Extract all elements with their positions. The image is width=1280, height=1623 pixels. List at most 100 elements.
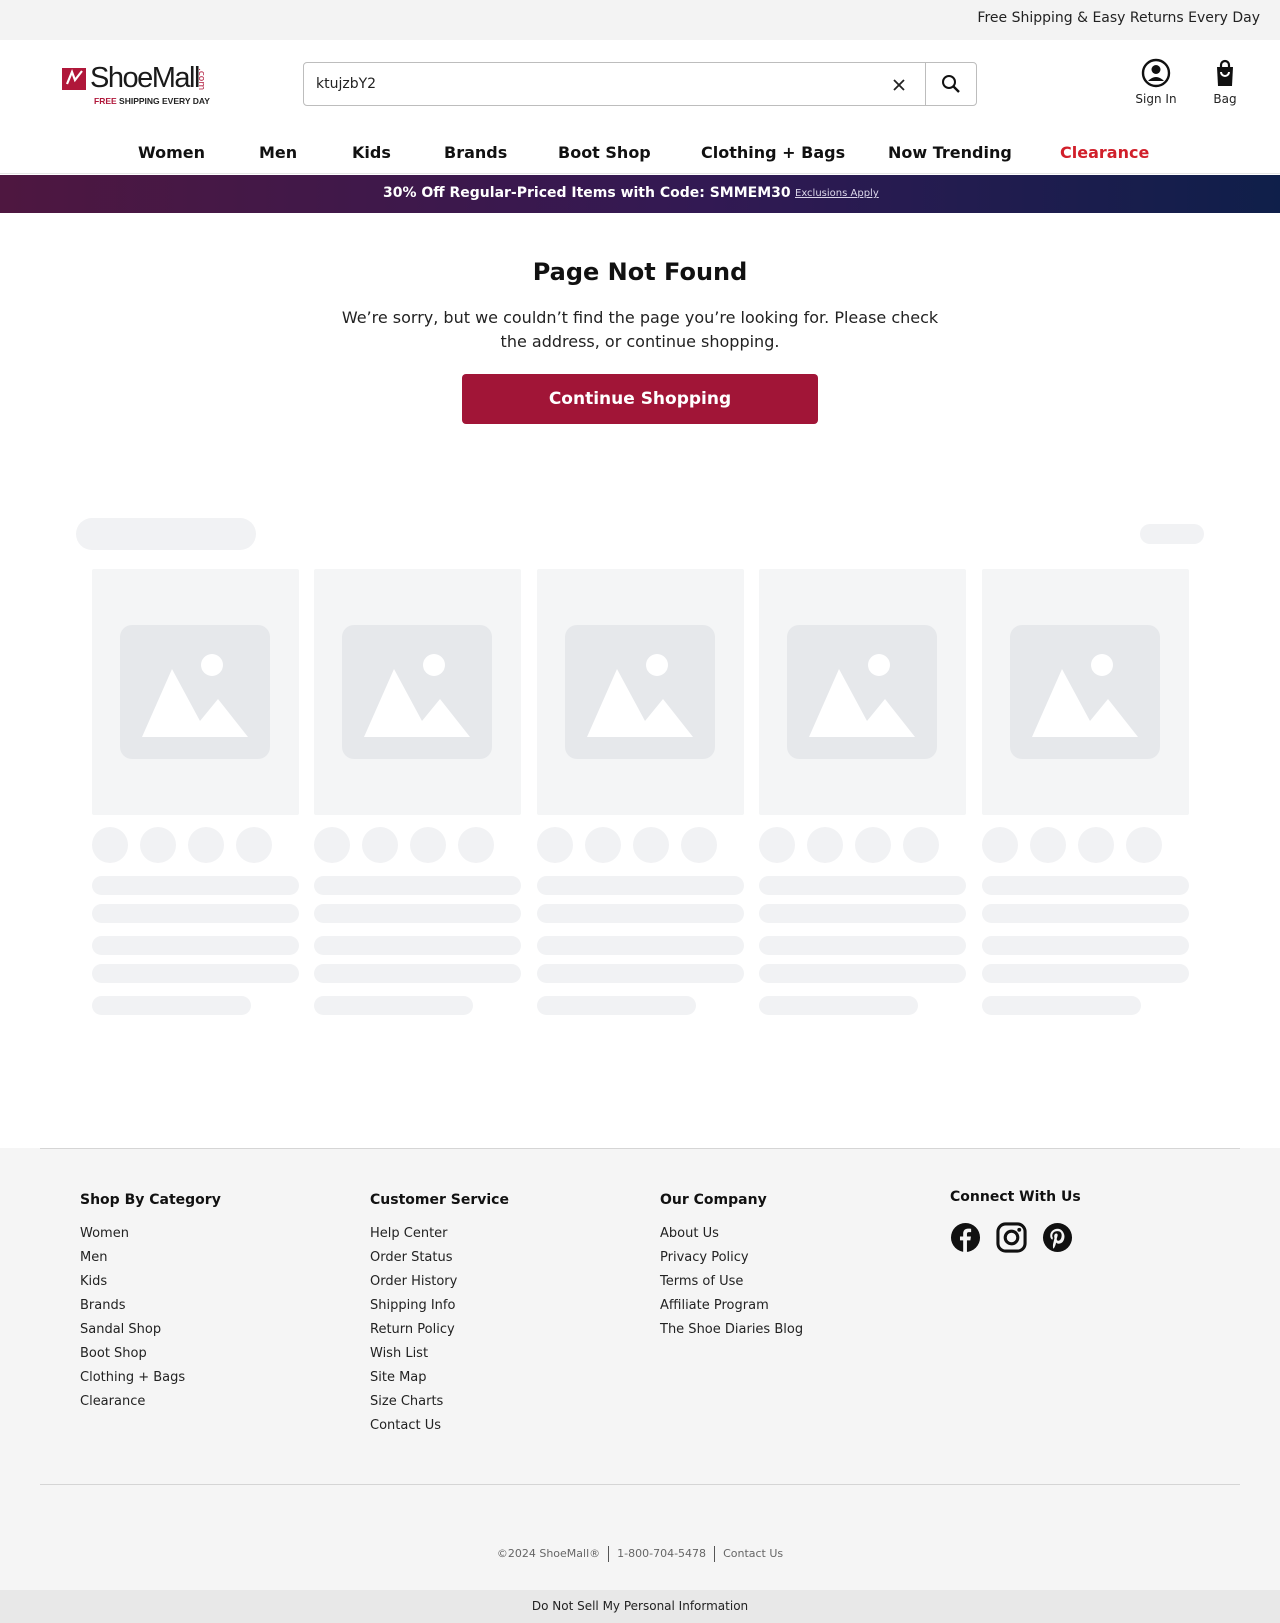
footer-col-our-company: Our Company About Us Privacy Policy Term… <box>660 1192 803 1346</box>
skeleton-text-line <box>92 904 299 923</box>
footer-link[interactable]: Men <box>80 1250 221 1274</box>
footer-divider-bottom <box>40 1484 1240 1485</box>
footer-link[interactable]: Wish List <box>370 1346 509 1370</box>
skeleton-text-line <box>759 964 966 983</box>
skeleton-swatch <box>807 827 843 863</box>
logo-tag-rest: SHIPPING EVERY DAY <box>116 96 210 106</box>
skeleton-text-line <box>759 904 966 923</box>
skeleton-swatch <box>458 827 494 863</box>
skeleton-text-line <box>982 936 1189 955</box>
skeleton-swatch <box>362 827 398 863</box>
skeleton-text-line <box>537 876 744 895</box>
skeleton-swatch <box>759 827 795 863</box>
footer-link[interactable]: Clothing + Bags <box>80 1370 221 1394</box>
footer-link[interactable]: Contact Us <box>370 1418 509 1442</box>
skeleton-swatch <box>188 827 224 863</box>
promo-text: 30% Off Regular-Priced Items with Code: … <box>383 185 791 201</box>
footer-col-connect: Connect With Us <box>950 1189 1081 1223</box>
top-announcement-bar: Free Shipping & Easy Returns Every Day <box>0 0 1280 40</box>
footer-heading: Shop By Category <box>80 1192 221 1208</box>
skeleton-text-line <box>759 876 966 895</box>
footer-link[interactable]: The Shoe Diaries Blog <box>660 1322 803 1346</box>
footer-link[interactable]: Order History <box>370 1274 509 1298</box>
account-icon <box>1141 58 1171 88</box>
footer-col-shop-by-category: Shop By Category Women Men Kids Brands S… <box>80 1192 221 1418</box>
skeleton-link <box>1140 524 1204 544</box>
footer-link[interactable]: Affiliate Program <box>660 1298 803 1322</box>
bag-button[interactable]: Bag <box>1200 58 1250 106</box>
site-footer: Shop By Category Women Men Kids Brands S… <box>0 1148 1280 1623</box>
nav-item-kids[interactable]: Kids <box>352 143 391 162</box>
footer-link[interactable]: Help Center <box>370 1226 509 1250</box>
footer-link[interactable]: Women <box>80 1226 221 1250</box>
skeleton-text-line <box>314 996 473 1015</box>
skeleton-swatch <box>236 827 272 863</box>
skeleton-product-image <box>92 569 299 815</box>
footer-link[interactable]: Clearance <box>80 1394 221 1418</box>
footer-link[interactable]: Boot Shop <box>80 1346 221 1370</box>
nav-item-brands[interactable]: Brands <box>444 143 507 162</box>
nav-item-clothing-bags[interactable]: Clothing + Bags <box>701 143 845 162</box>
skeleton-swatch <box>903 827 939 863</box>
logo-mark-icon <box>62 68 86 90</box>
pinterest-icon[interactable] <box>1042 1222 1073 1257</box>
facebook-icon[interactable] <box>950 1222 981 1257</box>
nav-item-boot-shop[interactable]: Boot Shop <box>558 143 651 162</box>
skeleton-text-line <box>92 876 299 895</box>
nav-item-now-trending[interactable]: Now Trending <box>888 143 1012 162</box>
do-not-sell-link[interactable]: Do Not Sell My Personal Information <box>0 1590 1280 1623</box>
footer-link[interactable]: About Us <box>660 1226 803 1250</box>
skeleton-text-line <box>537 904 744 923</box>
footer-link[interactable]: Return Policy <box>370 1322 509 1346</box>
skeleton-heading <box>76 518 256 550</box>
footer-heading: Customer Service <box>370 1192 509 1208</box>
skeleton-swatch <box>140 827 176 863</box>
skeleton-text-line <box>982 904 1189 923</box>
separator <box>608 1546 610 1562</box>
shopping-bag-icon <box>1217 59 1233 86</box>
nav-item-clearance[interactable]: Clearance <box>1060 143 1149 162</box>
footer-link[interactable]: Site Map <box>370 1370 509 1394</box>
phone-link[interactable]: 1-800-704-5478 <box>617 1547 706 1560</box>
skeleton-product-image <box>759 569 966 815</box>
image-placeholder-icon <box>1010 625 1160 759</box>
skeleton-text-line <box>982 876 1189 895</box>
sign-in-label: Sign In <box>1135 92 1177 106</box>
search-input[interactable] <box>316 73 876 95</box>
skeleton-swatch <box>855 827 891 863</box>
footer-link[interactable]: Brands <box>80 1298 221 1322</box>
search-button[interactable] <box>926 63 976 105</box>
skeleton-text-line <box>982 964 1189 983</box>
clear-search-icon[interactable] <box>888 74 910 96</box>
continue-shopping-button[interactable]: Continue Shopping <box>462 374 818 424</box>
promo-banner: 30% Off Regular-Priced Items with Code: … <box>0 175 1280 213</box>
footer-link[interactable]: Shipping Info <box>370 1298 509 1322</box>
skeleton-text-line <box>982 996 1141 1015</box>
footer-link[interactable]: Terms of Use <box>660 1274 803 1298</box>
contact-us-link[interactable]: Contact Us <box>723 1547 783 1560</box>
logo-wordmark: ShoeMall <box>90 62 200 94</box>
footer-col-customer-service: Customer Service Help Center Order Statu… <box>370 1192 509 1442</box>
skeleton-swatch <box>92 827 128 863</box>
shoemall-logo[interactable]: ShoeMall .com FREE SHIPPING EVERY DAY <box>62 62 222 106</box>
nav-item-women[interactable]: Women <box>138 143 205 162</box>
footer-divider-top <box>40 1148 1240 1149</box>
search-icon <box>942 75 960 93</box>
footer-link[interactable]: Privacy Policy <box>660 1250 803 1274</box>
logo-tagline: FREE SHIPPING EVERY DAY <box>94 96 210 106</box>
shipping-message: Free Shipping & Easy Returns Every Day <box>977 10 1260 26</box>
instagram-icon[interactable] <box>996 1222 1027 1257</box>
not-found-message: We’re sorry, but we couldn’t find the pa… <box>341 308 939 351</box>
footer-heading: Our Company <box>660 1192 767 1208</box>
skeleton-product-image <box>537 569 744 815</box>
nav-item-men[interactable]: Men <box>259 143 297 162</box>
footer-link[interactable]: Size Charts <box>370 1394 509 1418</box>
footer-link[interactable]: Kids <box>80 1274 221 1298</box>
footer-link[interactable]: Sandal Shop <box>80 1322 221 1346</box>
image-placeholder-icon <box>342 625 492 759</box>
sign-in-button[interactable]: Sign In <box>1126 58 1186 106</box>
footer-link[interactable]: Order Status <box>370 1250 509 1274</box>
exclusions-link[interactable]: Exclusions Apply <box>795 188 879 199</box>
copyright-text: ©2024 ShoeMall® <box>496 1547 601 1560</box>
skeleton-text-line <box>92 996 251 1015</box>
